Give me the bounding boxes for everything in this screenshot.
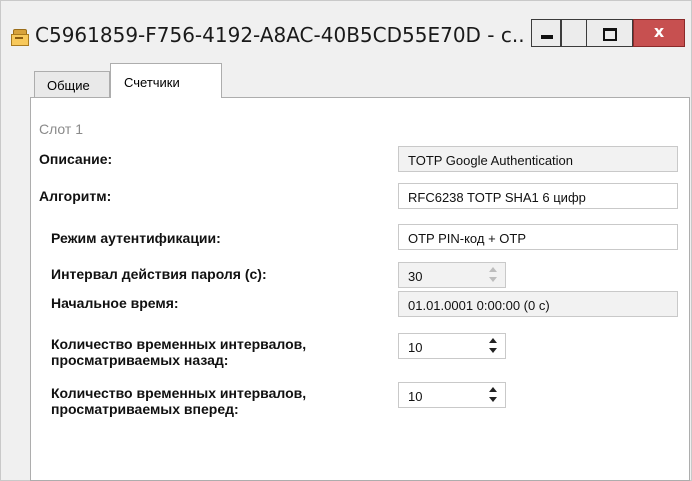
maximize-icon <box>603 28 617 41</box>
slot-label: Слот 1 <box>39 121 84 137</box>
close-icon: x <box>653 22 665 41</box>
lookback-spinner[interactable]: 10 <box>398 333 506 359</box>
lookahead-spinner[interactable]: 10 <box>398 382 506 408</box>
start-time-value: 01.01.0001 0:00:00 (0 с) <box>408 298 550 313</box>
algorithm-value: RFC6238 TOTP SHA1 6 цифр <box>408 190 586 205</box>
minimize-button[interactable] <box>531 19 561 47</box>
maximize-button[interactable] <box>587 19 633 47</box>
tab-counters-label: Счетчики <box>124 75 180 90</box>
spinner-arrows[interactable] <box>489 337 499 357</box>
auth-mode-field[interactable]: OTP PIN-код + OTP <box>398 224 678 250</box>
auth-mode-label: Режим аутентификации: <box>51 230 221 246</box>
counters-panel: Слот 1 Описание: TOTP Google Authenticat… <box>30 97 690 481</box>
lookahead-label: Количество временных интервалов, просмат… <box>51 385 307 417</box>
start-time-label: Начальное время: <box>51 295 179 311</box>
lookahead-value: 10 <box>408 389 423 404</box>
minimize-icon <box>541 35 553 39</box>
arrow-down-icon[interactable] <box>489 397 497 402</box>
auth-mode-value: OTP PIN-код + OTP <box>408 231 527 246</box>
titlebar-button-gap <box>561 19 587 47</box>
password-interval-spinner[interactable]: 30 <box>398 262 506 288</box>
app-icon <box>11 29 29 46</box>
description-field[interactable]: TOTP Google Authentication <box>398 146 678 172</box>
password-interval-label: Интервал действия пароля (с): <box>51 266 267 282</box>
arrow-up-icon[interactable] <box>489 387 497 392</box>
spinner-arrows[interactable] <box>489 386 499 406</box>
tab-general[interactable]: Общие <box>34 71 110 97</box>
tab-general-label: Общие <box>47 78 90 93</box>
spinner-arrows[interactable] <box>489 266 499 286</box>
arrow-down-icon[interactable] <box>489 348 497 353</box>
close-button[interactable]: x <box>633 19 685 47</box>
description-value: TOTP Google Authentication <box>408 153 574 168</box>
algorithm-field[interactable]: RFC6238 TOTP SHA1 6 цифр <box>398 183 678 209</box>
arrow-up-icon[interactable] <box>489 338 497 343</box>
arrow-up-icon[interactable] <box>489 267 497 272</box>
lookback-value: 10 <box>408 340 423 355</box>
tab-counters[interactable]: Счетчики <box>110 63 222 98</box>
password-interval-value: 30 <box>408 269 423 284</box>
lookback-label: Количество временных интервалов, просмат… <box>51 336 307 368</box>
start-time-field[interactable]: 01.01.0001 0:00:00 (0 с) <box>398 291 678 317</box>
window-title: C5961859-F756-4192-A8AC-40B5CD55E70D - c… <box>35 23 525 47</box>
algorithm-label: Алгоритм: <box>39 188 112 204</box>
dialog-window: C5961859-F756-4192-A8AC-40B5CD55E70D - c… <box>0 0 692 481</box>
title-bar[interactable]: C5961859-F756-4192-A8AC-40B5CD55E70D - c… <box>1 1 691 61</box>
arrow-down-icon[interactable] <box>489 277 497 282</box>
description-label: Описание: <box>39 151 113 167</box>
